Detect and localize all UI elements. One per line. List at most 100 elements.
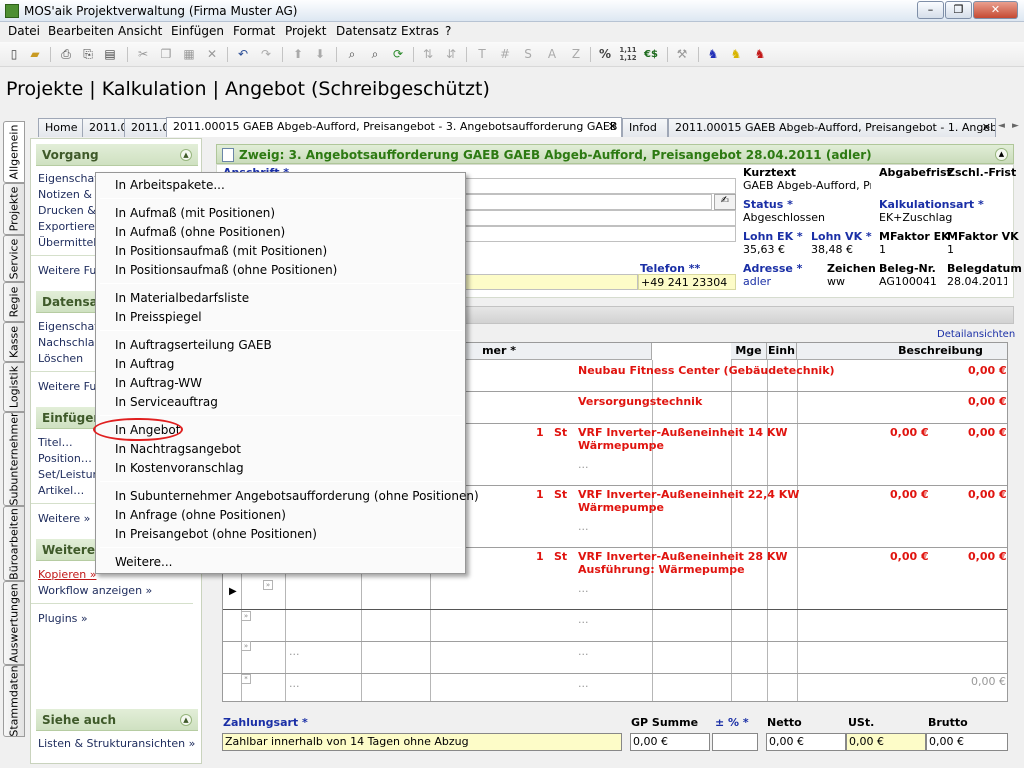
sidebar-more-link[interactable]: Weitere Fu [38, 380, 96, 393]
tab-info[interactable]: Infod [622, 118, 668, 137]
menu-item-materialbedarfsliste[interactable]: In Materialbedarfsliste [115, 291, 249, 305]
menu-item-kostenvoranschlag[interactable]: In Kostenvoranschlag [115, 461, 244, 475]
tree-node-icon[interactable]: * [241, 674, 251, 684]
tab-angebot[interactable]: 2011.00015 GAEB Abgeb-Aufford, Preisange… [668, 118, 996, 137]
percent-button[interactable]: % [596, 46, 614, 63]
refresh-icon[interactable]: ⟳ [389, 46, 407, 63]
section-header[interactable]: Vorgang ▲ [36, 144, 198, 166]
print-preview-icon[interactable]: ⎘ [79, 46, 97, 63]
kalkulationsart-value[interactable]: EK+Zuschlag [877, 210, 1007, 226]
tab-doc-1[interactable]: 2011.0 [82, 118, 130, 137]
decimals-button[interactable]: 1,11 1,12 [619, 46, 637, 63]
currency-button[interactable]: €$ [642, 46, 660, 63]
sidebar-link[interactable]: Titel… [38, 436, 73, 449]
sort-descending-icon[interactable]: ⇵ [442, 46, 460, 63]
sidebar-link[interactable]: Nachschlag [38, 336, 102, 349]
tab-regie[interactable]: Regie [3, 282, 25, 322]
close-tab-icon[interactable]: ✕ [982, 119, 991, 136]
menu-item-auftragserteilung-gaeb[interactable]: In Auftragserteilung GAEB [115, 338, 272, 352]
minimize-button[interactable]: – [917, 1, 944, 19]
telefon-value[interactable]: +49 241 23304 [638, 274, 736, 290]
search-replace-icon[interactable]: ⌕ [366, 46, 384, 63]
menu-item-aufmass-mit[interactable]: In Aufmaß (mit Positionen) [115, 206, 275, 220]
sidebar-link[interactable]: Eigenschaf [38, 320, 98, 333]
tab-projekte[interactable]: Projekte [3, 183, 25, 235]
a-button[interactable]: A [543, 46, 561, 63]
open-folder-icon[interactable]: ▰ [26, 46, 44, 63]
menu-item-positionsaufmass-mit[interactable]: In Positionsaufmaß (mit Positionen) [115, 244, 327, 258]
sidebar-link[interactable]: Exportiere [38, 220, 95, 233]
anschrift-line-1[interactable] [460, 178, 736, 194]
sidebar-link[interactable]: Notizen & T [38, 188, 102, 201]
collapse-icon[interactable]: ▲ [180, 149, 192, 161]
collapse-icon[interactable]: ▲ [995, 148, 1008, 161]
sidebar-more-link[interactable]: Weitere » [38, 512, 90, 525]
print-setup-icon[interactable]: ▤ [101, 46, 119, 63]
sidebar-link[interactable]: Übermittel [38, 236, 96, 249]
row-1-description[interactable]: Neubau Fitness Center (Gebäudetechnik) [578, 364, 835, 377]
row-2-description[interactable]: Versorgungstechnik [578, 395, 702, 408]
menu-item-preisspiegel[interactable]: In Preisspiegel [115, 310, 202, 324]
sort-ascending-icon[interactable]: ⇅ [419, 46, 437, 63]
menu-item-auftrag-ww[interactable]: In Auftrag-WW [115, 376, 202, 390]
status-value[interactable]: Abgeschlossen [741, 210, 871, 226]
puzzle-red-icon[interactable]: ♞ [751, 46, 769, 63]
menu-item-anfrage[interactable]: In Anfrage (ohne Positionen) [115, 508, 286, 522]
lohn-ek-value[interactable]: 35,63 € [741, 242, 803, 258]
menu-item-subunternehmer-anfrage[interactable]: In Subunternehmer Angebotsaufforderung (… [115, 489, 479, 503]
text-button[interactable]: T [473, 46, 491, 63]
workflow-link[interactable]: Workflow anzeigen » [38, 584, 152, 597]
row-4-description[interactable]: VRF Inverter-Außeneinheit 22,4 KW [578, 488, 799, 501]
tab-subunternehmer[interactable]: Subunternehmer [3, 412, 25, 506]
tree-node-icon[interactable]: » [263, 580, 273, 590]
menu-einfuegen[interactable]: Einfügen [171, 24, 224, 38]
ust-field[interactable]: 0,00 € [846, 733, 926, 751]
menu-bearbeiten[interactable]: Bearbeiten [48, 24, 114, 38]
tab-doc-2[interactable]: 2011.0 [124, 118, 172, 137]
tab-kasse[interactable]: Kasse [3, 322, 25, 362]
tree-node-icon[interactable]: » [241, 641, 251, 651]
lohn-vk-value[interactable]: 38,48 € [809, 242, 871, 258]
adresse-value[interactable]: adler [741, 274, 819, 290]
sidebar-link[interactable]: Artikel… [38, 484, 84, 497]
tab-scroll-right-icon[interactable]: ► [1012, 121, 1019, 131]
zeichen-value[interactable]: ww [825, 274, 871, 290]
menu-help[interactable]: ? [445, 24, 451, 38]
undo-icon[interactable]: ↶ [234, 46, 252, 63]
print-icon[interactable]: ⎙ [57, 46, 75, 63]
section-header[interactable]: Siehe auch ▲ [36, 709, 198, 731]
paste-icon[interactable]: ▦ [180, 46, 198, 63]
zahlungsart-field[interactable]: Zahlbar innerhalb von 14 Tagen ohne Abzu… [222, 733, 622, 751]
sidebar-link[interactable]: Position… [38, 452, 92, 465]
tab-allgemein[interactable]: Allgemein [3, 121, 25, 183]
sidebar-more-link[interactable]: Weitere Fu [38, 264, 96, 277]
delete-icon[interactable]: ✕ [203, 46, 221, 63]
sidebar-link[interactable]: Löschen [38, 352, 83, 365]
menu-item-preisangebot[interactable]: In Preisangebot (ohne Positionen) [115, 527, 317, 541]
col-header-einh[interactable]: Einh [767, 343, 797, 360]
menu-format[interactable]: Format [233, 24, 275, 38]
anschrift-line-2[interactable] [460, 194, 712, 210]
kurztext-value[interactable]: GAEB Abgeb-Aufford, Preis [741, 178, 871, 194]
close-tab-icon[interactable]: ✕ [608, 118, 617, 135]
sidebar-link[interactable]: Drucken & [38, 204, 96, 217]
col-header-mge[interactable]: Mge [731, 343, 767, 360]
tab-stammdaten[interactable]: Stammdaten [3, 665, 25, 737]
menu-item-arbeitspakete[interactable]: In Arbeitspakete... [115, 178, 225, 192]
copy-icon[interactable]: ❐ [157, 46, 175, 63]
menu-item-serviceauftrag[interactable]: In Serviceauftrag [115, 395, 218, 409]
menu-extras[interactable]: Extras [401, 24, 439, 38]
signature-icon[interactable]: ✍ [714, 194, 736, 210]
maximize-button[interactable]: ❐ [945, 1, 972, 19]
ansprechpartner-field[interactable] [460, 274, 638, 290]
menu-item-nachtragsangebot[interactable]: In Nachtragsangebot [115, 442, 241, 456]
collapse-icon[interactable]: ▲ [180, 714, 192, 726]
gp-summe-field[interactable]: 0,00 € [630, 733, 710, 751]
puzzle-blue-icon[interactable]: ♞ [704, 46, 722, 63]
netto-field[interactable]: 0,00 € [766, 733, 846, 751]
menu-datensatz[interactable]: Datensatz [336, 24, 397, 38]
find-icon[interactable]: ⌕ [343, 46, 361, 63]
prozent-field[interactable] [712, 733, 758, 751]
tree-node-icon[interactable]: » [241, 611, 251, 621]
menu-item-auftrag[interactable]: In Auftrag [115, 357, 174, 371]
